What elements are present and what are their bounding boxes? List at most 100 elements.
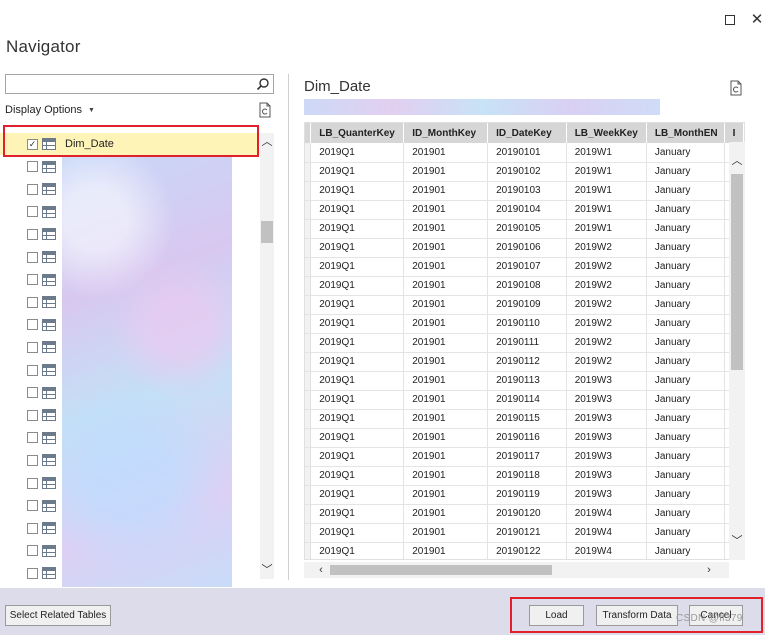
table-icon <box>42 409 56 422</box>
search-input[interactable] <box>5 74 274 94</box>
table-cell: 201901 <box>403 257 489 277</box>
checkbox-icon[interactable] <box>27 567 38 579</box>
checkbox-icon[interactable] <box>27 274 38 286</box>
table-cell: 2019Q1 <box>310 371 405 391</box>
tree-item[interactable] <box>0 156 260 178</box>
left-scrollbar[interactable]: ︿ ﹀ <box>260 133 274 579</box>
table-icon <box>42 296 56 309</box>
tree-item[interactable] <box>0 517 260 539</box>
table-cell: 201901 <box>403 485 489 505</box>
tree-item[interactable] <box>0 291 260 313</box>
table-icon <box>42 477 56 489</box>
tree-item[interactable] <box>0 562 260 584</box>
checkbox-icon[interactable] <box>27 545 38 557</box>
checkbox-icon[interactable] <box>27 432 38 444</box>
table-cell: 20190108 <box>487 276 567 296</box>
tree-item[interactable] <box>0 382 260 404</box>
column-header[interactable]: ID_MonthKey <box>403 123 489 143</box>
scrollbar-thumb[interactable] <box>330 565 552 575</box>
display-options-dropdown[interactable]: Display Options ▼ <box>5 104 95 116</box>
checkbox-icon[interactable] <box>27 364 38 376</box>
table-row: 2019Q1 201901 20190116 2019W3 January <box>305 428 744 448</box>
table-cell: 20190105 <box>487 219 567 239</box>
tree-item[interactable] <box>0 449 260 471</box>
checkbox-icon[interactable]: ✓ <box>27 138 38 150</box>
tree-item[interactable] <box>0 336 260 358</box>
checkbox-icon[interactable] <box>27 500 38 512</box>
table-cell: 2019Q1 <box>310 333 405 353</box>
checkbox-icon[interactable] <box>27 409 38 421</box>
tree-item[interactable] <box>0 178 260 200</box>
checkbox-icon[interactable] <box>27 319 38 331</box>
table-cell: January <box>646 409 725 429</box>
table-cell: January <box>646 238 725 258</box>
table-cell: 2019Q1 <box>310 504 405 524</box>
chevron-down-icon: ▼ <box>88 106 95 114</box>
transform-data-button[interactable]: Transform Data <box>596 605 678 626</box>
chevron-down-icon[interactable]: ﹀ <box>260 563 274 577</box>
table-cell: 2019Q1 <box>310 314 405 334</box>
tree-item[interactable] <box>0 201 260 223</box>
vertical-scrollbar[interactable]: ︿ ﹀ <box>729 142 745 560</box>
search-icon[interactable] <box>256 77 270 91</box>
table-cell: 2019Q1 <box>310 276 405 296</box>
tree-item[interactable] <box>0 495 260 517</box>
tree-item[interactable] <box>0 246 260 268</box>
pane-divider[interactable] <box>288 74 289 580</box>
column-header[interactable]: I <box>724 123 744 143</box>
table-cell: 2019Q1 <box>310 428 405 448</box>
checkbox-icon[interactable] <box>27 296 38 308</box>
chevron-up-icon[interactable]: ︿ <box>260 135 274 149</box>
tree-item[interactable]: ✓ Dim_Date <box>0 133 260 155</box>
checkbox-icon[interactable] <box>27 206 38 218</box>
select-related-tables-button[interactable]: Select Related Tables <box>5 605 111 626</box>
checkbox-icon[interactable] <box>27 183 38 195</box>
tree-item[interactable] <box>0 223 260 245</box>
table-cell: January <box>646 257 725 277</box>
refresh-icon[interactable] <box>258 102 272 118</box>
table-icon <box>42 364 56 376</box>
tree-item[interactable] <box>0 427 260 449</box>
tree-item[interactable] <box>0 359 260 381</box>
chevron-up-icon[interactable]: ︿ <box>730 154 744 168</box>
checkbox-icon[interactable] <box>27 228 38 240</box>
table-icon <box>42 228 56 241</box>
column-header[interactable]: LB_QuanterKey <box>310 123 405 143</box>
tree-item[interactable] <box>0 540 260 562</box>
table-icon <box>42 318 56 331</box>
tree-item[interactable] <box>0 404 260 426</box>
table-icon <box>42 160 56 173</box>
table-cell: 201901 <box>403 466 489 486</box>
chevron-right-icon[interactable]: › <box>702 563 716 577</box>
preview-table: LB_QuanterKey ID_MonthKey ID_DateKey LB_Wee… <box>305 123 744 559</box>
maximize-icon[interactable] <box>722 12 738 28</box>
checkbox-icon[interactable] <box>27 477 38 489</box>
tree-item[interactable] <box>0 314 260 336</box>
tree-item[interactable] <box>0 269 260 291</box>
checkbox-icon[interactable] <box>27 522 38 534</box>
table-row: 2019Q1 201901 20190117 2019W3 January <box>305 447 744 467</box>
chevron-left-icon[interactable]: ‹ <box>314 563 328 577</box>
table-cell: 2019W3 <box>566 371 647 391</box>
checkbox-icon[interactable] <box>27 387 38 399</box>
scrollbar-thumb[interactable] <box>261 221 273 243</box>
table-cell: 2019W3 <box>566 409 647 429</box>
scrollbar-thumb[interactable] <box>731 174 743 370</box>
column-header[interactable]: LB_WeekKey <box>566 123 647 143</box>
column-header[interactable]: ID_DateKey <box>487 123 567 143</box>
table-cell: 20190106 <box>487 238 567 258</box>
table-cell: 20190114 <box>487 390 567 410</box>
tree-item[interactable] <box>0 472 260 494</box>
refresh-icon[interactable] <box>729 80 743 96</box>
checkbox-icon[interactable] <box>27 161 38 173</box>
checkbox-icon[interactable] <box>27 341 38 353</box>
close-icon[interactable]: ✕ <box>749 12 765 28</box>
table-cell: 2019W2 <box>566 314 647 334</box>
chevron-down-icon[interactable]: ﹀ <box>730 534 744 548</box>
table-cell: January <box>646 276 725 296</box>
horizontal-scrollbar[interactable]: ‹ › <box>304 562 729 578</box>
checkbox-icon[interactable] <box>27 251 38 263</box>
column-header[interactable]: LB_MonthEN <box>646 123 725 143</box>
checkbox-icon[interactable] <box>27 454 38 466</box>
load-button[interactable]: Load <box>529 605 584 626</box>
